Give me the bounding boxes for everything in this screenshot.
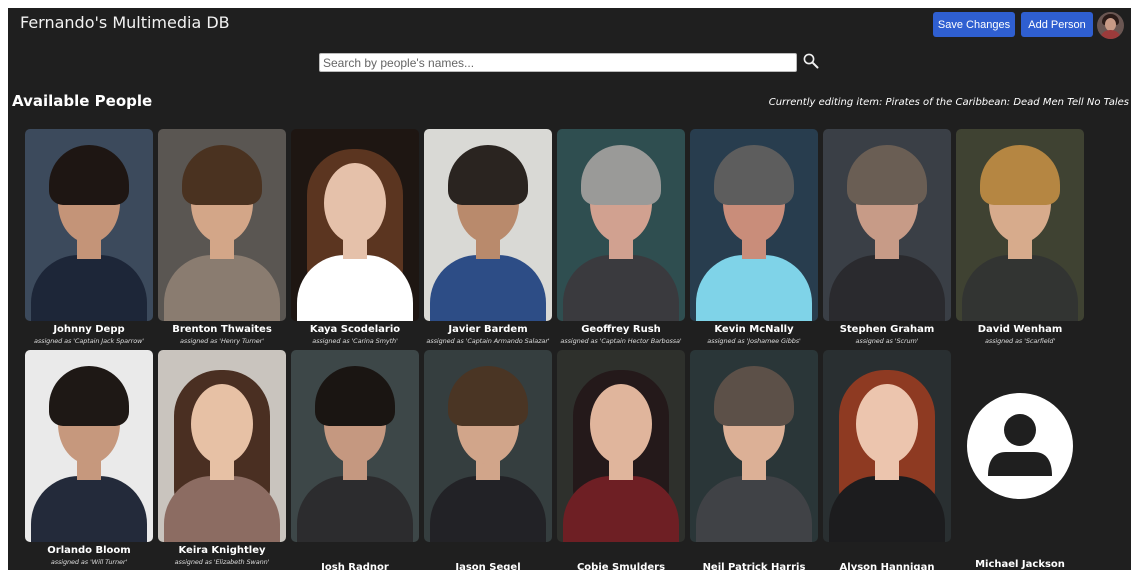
person-name: Michael Jackson: [975, 559, 1065, 570]
person-card[interactable]: Neil Patrick Harris: [690, 350, 818, 570]
person-photo[interactable]: [557, 129, 685, 321]
person-photo[interactable]: [158, 350, 286, 542]
person-photo[interactable]: [823, 129, 951, 321]
person-name: Stephen Graham: [839, 324, 935, 335]
person-card[interactable]: Josh Radnor: [291, 350, 419, 570]
search-icon[interactable]: [802, 52, 820, 70]
person-card[interactable]: Stephen Graham assigned as 'Scrum': [823, 129, 951, 345]
person-card[interactable]: David Wenham assigned as 'Scarfield': [956, 129, 1084, 345]
person-photo[interactable]: [956, 129, 1084, 321]
person-name: David Wenham: [977, 324, 1063, 335]
person-card[interactable]: Johnny Depp assigned as 'Captain Jack Spa…: [25, 129, 153, 345]
person-name: Cobie Smulders: [576, 562, 666, 570]
app-title: Fernando's Multimedia DB: [20, 13, 230, 32]
user-avatar[interactable]: [1097, 12, 1124, 39]
person-photo[interactable]: [291, 350, 419, 542]
assigned-role: assigned as 'Captain Jack Sparrow': [34, 337, 144, 345]
person-card[interactable]: Jason Segel: [424, 350, 552, 570]
person-card[interactable]: Michael Jackson: [956, 350, 1084, 570]
person-photo[interactable]: [424, 350, 552, 542]
person-name: Alyson Hannigan: [839, 562, 935, 570]
person-photo[interactable]: [25, 129, 153, 321]
default-person-icon[interactable]: [956, 350, 1084, 542]
person-card[interactable]: Geoffrey Rush assigned as 'Captain Hector…: [557, 129, 685, 345]
person-name: Kaya Scodelario: [309, 324, 401, 335]
person-photo[interactable]: [690, 350, 818, 542]
add-person-button[interactable]: Add Person: [1021, 12, 1093, 37]
assigned-role: assigned as 'Carina Smyth': [312, 337, 398, 345]
assigned-role: assigned as 'Joshamee Gibbs': [707, 337, 801, 345]
person-name: Brenton Thwaites: [172, 324, 272, 335]
assigned-role: assigned as 'Captain Hector Barbossa': [560, 337, 682, 345]
assigned-role: assigned as 'Captain Armando Salazar': [426, 337, 550, 345]
app-window: Fernando's Multimedia DB Save Changes Ad…: [8, 8, 1131, 570]
person-photo[interactable]: [823, 350, 951, 542]
person-name: Johnny Depp: [53, 324, 125, 335]
person-name: Javier Bardem: [448, 324, 528, 335]
person-name: Orlando Bloom: [47, 545, 131, 556]
person-card[interactable]: Alyson Hannigan: [823, 350, 951, 570]
person-card[interactable]: Keira Knightley assigned as 'Elizabeth Sw…: [158, 350, 286, 566]
assigned-role: assigned as 'Elizabeth Swann': [174, 558, 270, 566]
person-card[interactable]: Javier Bardem assigned as 'Captain Armand…: [424, 129, 552, 345]
person-photo[interactable]: [557, 350, 685, 542]
person-card[interactable]: Orlando Bloom assigned as 'Will Turner': [25, 350, 153, 566]
person-photo[interactable]: [25, 350, 153, 542]
assigned-role: assigned as 'Scarfield': [984, 337, 1056, 345]
editing-item-label: Currently editing item: Pirates of the C…: [768, 97, 1129, 108]
person-card[interactable]: Brenton Thwaites assigned as 'Henry Turne…: [158, 129, 286, 345]
person-name: Keira Knightley: [178, 545, 266, 556]
person-name: Neil Patrick Harris: [702, 562, 806, 570]
person-name: Kevin McNally: [714, 324, 794, 335]
person-name: Jason Segel: [455, 562, 521, 570]
assigned-role: assigned as 'Will Turner': [50, 558, 128, 566]
person-card[interactable]: Kaya Scodelario assigned as 'Carina Smyth…: [291, 129, 419, 345]
save-changes-button[interactable]: Save Changes: [933, 12, 1015, 37]
person-photo[interactable]: [690, 129, 818, 321]
person-name: Josh Radnor: [321, 562, 389, 570]
person-photo[interactable]: [158, 129, 286, 321]
person-photo[interactable]: [291, 129, 419, 321]
person-card[interactable]: Cobie Smulders: [557, 350, 685, 570]
assigned-role: assigned as 'Scrum': [855, 337, 919, 345]
search-input[interactable]: [319, 53, 797, 72]
person-photo[interactable]: [424, 129, 552, 321]
person-name: Geoffrey Rush: [581, 324, 661, 335]
person-card[interactable]: Kevin McNally assigned as 'Joshamee Gibbs…: [690, 129, 818, 345]
assigned-role: assigned as 'Henry Turner': [180, 337, 264, 345]
section-title: Available People: [12, 92, 153, 110]
